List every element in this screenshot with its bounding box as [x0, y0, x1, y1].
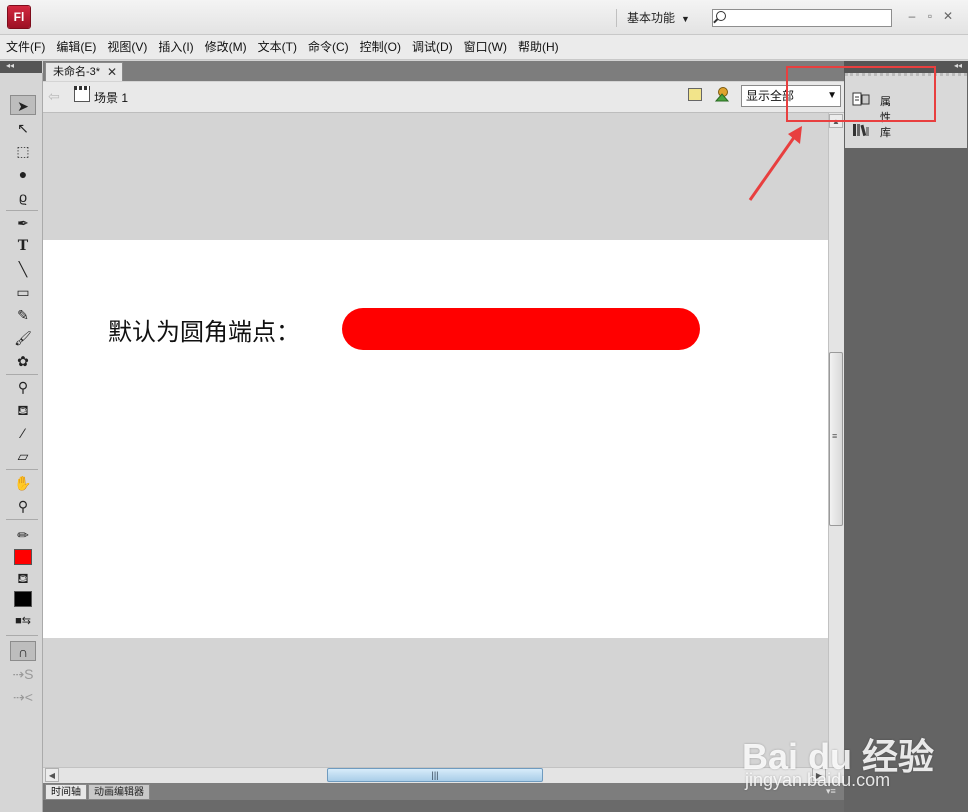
maximize-button[interactable]: ▫ — [922, 8, 938, 24]
menu-commands[interactable]: 命令(C) — [302, 35, 354, 59]
rounded-cap-line-shape[interactable] — [342, 308, 700, 350]
menu-file[interactable]: 文件(F) — [0, 35, 50, 59]
text-tool-icon[interactable]: T — [10, 236, 36, 256]
menu-view[interactable]: 视图(V) — [101, 35, 152, 59]
stage-text[interactable]: 默认为圆角端点： — [108, 312, 300, 347]
collapse-icon: ◂◂ — [953, 61, 962, 70]
document-tab-title: 未命名-3* — [53, 66, 101, 78]
highlight-box — [786, 66, 936, 122]
subselection-tool-icon[interactable]: ↖ — [10, 118, 36, 138]
fill-color-swatch[interactable] — [14, 591, 32, 607]
bottom-panel-tabs — [43, 783, 844, 800]
menu-help[interactable]: 帮助(H) — [512, 35, 564, 59]
vertical-scroll-thumb[interactable]: ≡ — [829, 352, 843, 526]
menu-bar: 文件(F) 编辑(E) 视图(V) 插入(I) 修改(M) 文本(T) 命令(C) 控制(O)… — [0, 35, 968, 60]
tool-divider — [6, 374, 38, 375]
search-input[interactable] — [729, 10, 891, 26]
grip-icon: ≡ — [832, 431, 838, 441]
rectangle-tool-icon[interactable]: ▭ — [10, 282, 36, 302]
tool-divider — [6, 635, 38, 636]
lasso-tool-icon[interactable]: ϱ — [10, 187, 36, 207]
edit-scene-icon[interactable] — [688, 88, 702, 101]
library-label: 库 — [880, 127, 891, 139]
scene-clapper-icon — [74, 86, 90, 102]
scroll-left-icon[interactable]: ◀ — [45, 768, 59, 782]
line-tool-icon[interactable]: ╲ — [10, 259, 36, 279]
menu-window[interactable]: 窗口(W) — [458, 35, 512, 59]
smooth-icon[interactable]: ⇢S — [10, 664, 36, 684]
tool-divider — [6, 519, 38, 520]
annotation-arrow-icon — [748, 126, 802, 201]
workspace-label: 基本功能 — [627, 11, 676, 25]
eraser-tool-icon[interactable]: ▱ — [10, 446, 36, 466]
eyedropper-tool-icon[interactable]: ⁄ — [10, 423, 36, 443]
swap-colors-icon[interactable]: ■⇆ — [10, 611, 36, 631]
deco-tool-icon[interactable]: ✿ — [10, 351, 36, 371]
tool-divider — [6, 469, 38, 470]
flash-logo-icon: Fl — [8, 6, 30, 28]
free-transform-tool-icon[interactable]: ⬚ — [10, 141, 36, 161]
paint-bucket-tool-icon[interactable]: ⛾ — [10, 400, 36, 420]
stage[interactable] — [43, 240, 828, 638]
hand-tool-icon[interactable]: ✋ — [10, 473, 36, 493]
brush-tool-icon[interactable]: 🖌 — [10, 328, 36, 348]
edit-symbols-icon[interactable] — [714, 86, 730, 102]
workspace-switcher[interactable]: 基本功能 ▼ — [616, 9, 690, 27]
selection-tool-icon[interactable]: ➤ — [10, 95, 36, 115]
pencil-tool-icon[interactable]: ✎ — [10, 305, 36, 325]
minimize-button[interactable]: – — [904, 8, 920, 24]
close-tab-icon[interactable]: ✕ — [107, 63, 117, 81]
back-arrow-icon[interactable]: ⇦ — [48, 88, 60, 105]
collapse-icon: ◂◂ — [6, 61, 15, 70]
fill-color-bucket-icon: ⛾ — [17, 570, 29, 586]
zoom-tool-icon[interactable]: ⚲ — [10, 496, 36, 516]
tool-divider — [6, 210, 38, 211]
close-button[interactable]: ✕ — [940, 8, 956, 24]
chevron-down-icon: ▼ — [681, 14, 690, 24]
document-tab[interactable]: 未命名-3* ✕ — [45, 62, 123, 81]
pen-tool-icon[interactable]: ✒ — [10, 213, 36, 233]
3d-rotation-tool-icon[interactable]: ● — [10, 164, 36, 184]
bone-tool-icon[interactable]: ⚲ — [10, 377, 36, 397]
tools-panel-header[interactable]: ◂◂ — [0, 61, 42, 73]
tools-panel: ➤ ↖ ⬚ ● ϱ ✒ T ╲ ▭ ✎ 🖌 ✿ ⚲ ⛾ ⁄ ▱ ✋ ⚲ ✏ ⛾ … — [0, 73, 43, 812]
help-search-field[interactable] — [712, 9, 892, 27]
menu-edit[interactable]: 编辑(E) — [50, 35, 101, 59]
snap-to-objects-icon[interactable]: ∩ — [10, 641, 36, 661]
document-tab-bar — [43, 61, 844, 81]
search-icon — [716, 11, 726, 21]
library-icon — [853, 124, 869, 137]
menu-modify[interactable]: 修改(M) — [199, 35, 252, 59]
bottom-panel — [43, 800, 844, 812]
stroke-color-swatch[interactable] — [14, 549, 32, 565]
tab-motion-editor[interactable]: 动画编辑器 — [88, 784, 150, 800]
right-panel-dock — [844, 73, 968, 812]
menu-text[interactable]: 文本(T) — [252, 35, 302, 59]
scene-label[interactable]: 场景 1 — [94, 89, 128, 106]
straighten-icon[interactable]: ⇢< — [10, 687, 36, 707]
menu-control[interactable]: 控制(O) — [354, 35, 406, 59]
menu-debug[interactable]: 调试(D) — [406, 35, 458, 59]
watermark-url: jingyan.baidu.com — [745, 770, 891, 790]
horizontal-scroll-thumb[interactable]: ||| — [327, 768, 543, 782]
tab-timeline[interactable]: 时间轴 — [45, 784, 87, 800]
stroke-color-pencil-icon: ✏ — [17, 527, 29, 543]
menu-insert[interactable]: 插入(I) — [152, 35, 198, 59]
